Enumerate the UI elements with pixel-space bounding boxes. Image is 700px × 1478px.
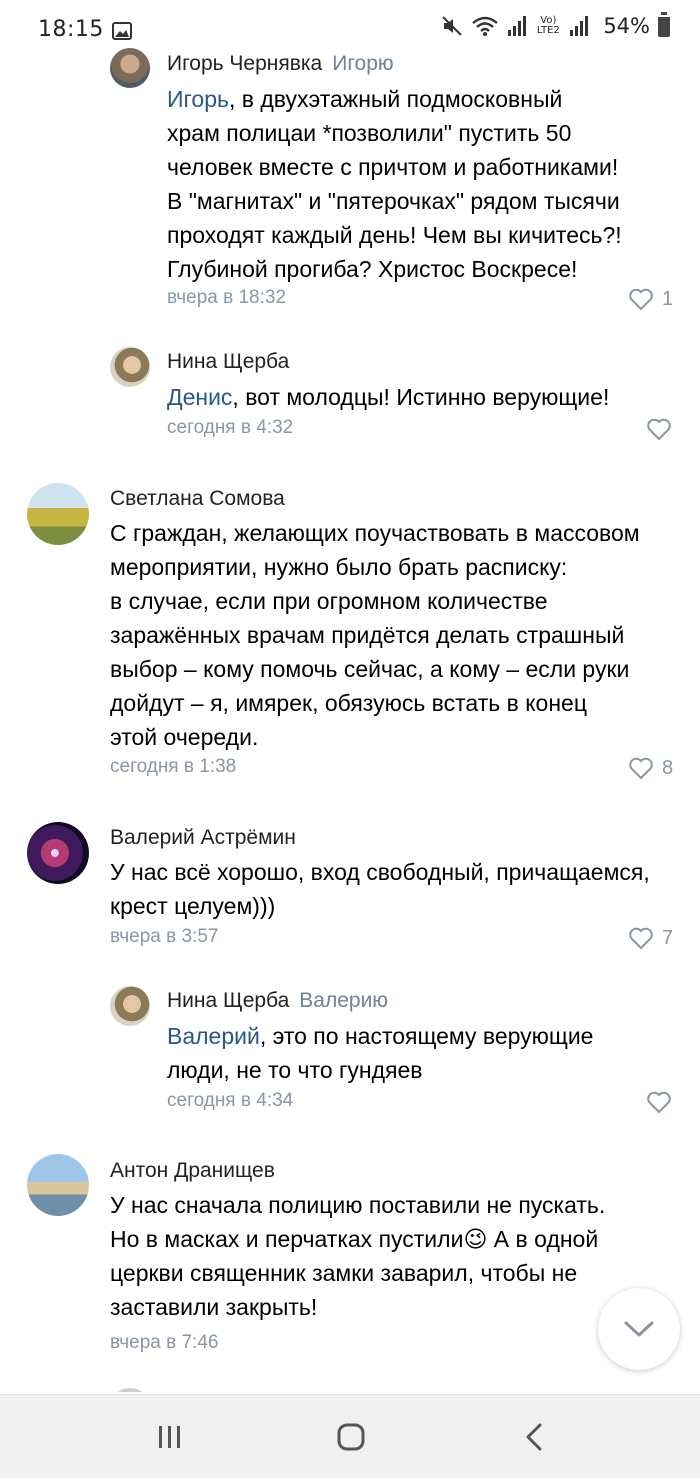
- status-time: 18:15: [38, 17, 104, 42]
- comment-line: заставили закрыть!: [110, 1294, 318, 1320]
- recent-apps-icon: [159, 1426, 180, 1448]
- comment-time[interactable]: сегодня в 1:38: [110, 756, 236, 778]
- heart-icon: [647, 1091, 671, 1114]
- like-button[interactable]: 1: [628, 287, 673, 311]
- comment-line: дойдут – я, имярек, обязуюсь встать в ко…: [110, 690, 588, 716]
- heart-icon: [629, 288, 653, 311]
- comment-text: Валерий, это по настоящему верующие люди…: [167, 1019, 667, 1087]
- back-icon: [526, 1423, 542, 1451]
- system-nav-bar: [0, 1394, 700, 1478]
- comment-text: У нас всё хорошо, вход свободный, причащ…: [110, 855, 690, 923]
- chevron-down-icon: [624, 1321, 654, 1337]
- avatar[interactable]: [27, 483, 89, 545]
- comment-line: Глубиной прогиба? Христос Воскресе!: [167, 256, 578, 282]
- comment-text: У нас сначала полицию поставили не пуска…: [110, 1188, 690, 1324]
- comments-feed[interactable]: Игорь Чернявка Игорю Игорь, в двухэтажный…: [0, 40, 700, 1392]
- reply-to[interactable]: Игорю: [332, 52, 393, 75]
- comment-author-line: Нина Щерба Валерию: [167, 989, 388, 1013]
- comment-author[interactable]: Антон Дранищев: [110, 1159, 275, 1182]
- mention-link[interactable]: Валерий: [167, 1023, 260, 1049]
- battery-icon: [658, 12, 670, 37]
- avatar[interactable]: [110, 48, 150, 88]
- wink-emoji-icon: 😉: [463, 1226, 488, 1252]
- comment-time[interactable]: вчера в 3:57: [110, 926, 218, 948]
- comment-text: Игорь, в двухэтажный подмосковный храм п…: [167, 82, 667, 286]
- heart-icon: [629, 927, 653, 950]
- like-button[interactable]: 7: [628, 926, 673, 950]
- status-icons: Vo) LTE2 54%: [441, 12, 670, 38]
- comment-line: люди, не то что гундяев: [167, 1057, 423, 1083]
- comment-author-line: Валерий Астрёмин: [110, 826, 296, 850]
- avatar[interactable]: [110, 1388, 150, 1392]
- comment-time[interactable]: вчера в 18:32: [167, 287, 286, 309]
- comment-line: С граждан, желающих поучаствовать в масс…: [110, 520, 640, 546]
- comment-line: этой очереди.: [110, 724, 259, 750]
- comment-line: выбор – кому помочь сейчас, а кому – есл…: [110, 656, 630, 682]
- comment-author[interactable]: Валерий Астрёмин: [110, 826, 296, 849]
- avatar[interactable]: [27, 822, 89, 884]
- comment-time[interactable]: сегодня в 4:34: [167, 1090, 293, 1112]
- comment-line: храм полицаи *позволили" пустить 50: [167, 120, 572, 146]
- reply-to[interactable]: Валерию: [299, 989, 388, 1012]
- comment-line: Но в масках и перчатках пустили: [110, 1226, 464, 1252]
- comment-author[interactable]: Нина Щерба: [167, 989, 289, 1012]
- comment-line: , вот молодцы! Истинно верующие!: [232, 384, 610, 410]
- back-button[interactable]: [516, 1419, 552, 1455]
- comment-author[interactable]: Игорь Чернявка: [167, 52, 322, 75]
- avatar[interactable]: [110, 347, 150, 387]
- home-button[interactable]: [333, 1419, 369, 1455]
- heart-icon: [629, 757, 653, 780]
- signal-icon: [508, 16, 527, 36]
- recent-apps-button[interactable]: [152, 1419, 188, 1455]
- comment-author-line: Нина Щерба: [167, 350, 289, 374]
- like-count: 8: [662, 756, 674, 779]
- signal-icon-2: [570, 16, 589, 36]
- battery-percent: 54%: [603, 14, 650, 38]
- comment-time[interactable]: вчера в 7:46: [110, 1332, 218, 1354]
- avatar[interactable]: [110, 986, 150, 1026]
- comment-author[interactable]: Нина Щерба: [167, 350, 289, 373]
- comment-line: , в двухэтажный подмосковный: [228, 86, 563, 112]
- gallery-icon: [112, 22, 132, 40]
- comment-line: человек вместе с причтом и работниками!: [167, 154, 619, 180]
- wifi-icon: [472, 16, 499, 36]
- comment-line: заражённых врачам придётся делать страшн…: [110, 622, 625, 648]
- comment-line: проходят каждый день! Чем вы кичитесь?!: [167, 222, 622, 248]
- like-button[interactable]: [646, 1090, 672, 1114]
- comment-line: церкви священник замки заварил, чтобы не: [110, 1260, 578, 1286]
- comment-line: У нас всё хорошо, вход свободный, причащ…: [110, 859, 650, 885]
- comment-author-line: Игорь Чернявка Игорю: [167, 52, 394, 76]
- mention-link[interactable]: Денис: [167, 384, 232, 410]
- home-icon: [337, 1423, 365, 1451]
- comment-time[interactable]: сегодня в 4:32: [167, 417, 293, 439]
- like-count: 7: [662, 926, 674, 949]
- comment-text: С граждан, желающих поучаствовать в масс…: [110, 516, 690, 754]
- comment-line: мероприятии, нужно было брать расписку:: [110, 554, 568, 580]
- like-button[interactable]: [646, 417, 672, 441]
- comment-author-line: Светлана Сомова: [110, 487, 285, 511]
- comment-author[interactable]: Светлана Сомова: [110, 487, 285, 510]
- network-type: Vo) LTE2: [536, 15, 560, 36]
- comment-line: В "магнитах" и "пятерочках" рядом тысячи: [167, 188, 620, 214]
- comment-text: Денис, вот молодцы! Истинно верующие!: [167, 380, 667, 414]
- avatar[interactable]: [27, 1154, 89, 1216]
- comment-line: У нас сначала полицию поставили не пуска…: [110, 1192, 606, 1218]
- heart-icon: [647, 418, 671, 441]
- comment-line: А в одной: [487, 1226, 599, 1252]
- comment-line: , это по настоящему верующие: [259, 1023, 594, 1049]
- comment-line: в случае, если при огромном количестве: [110, 588, 548, 614]
- comment-author-line: Антон Дранищев: [110, 1159, 275, 1183]
- scroll-down-button[interactable]: [598, 1288, 680, 1370]
- mention-link[interactable]: Игорь: [167, 86, 229, 112]
- like-button[interactable]: 8: [628, 756, 673, 780]
- comment-line: крест целуем))): [110, 893, 276, 919]
- mute-icon: [442, 16, 463, 36]
- like-count: 1: [662, 287, 674, 310]
